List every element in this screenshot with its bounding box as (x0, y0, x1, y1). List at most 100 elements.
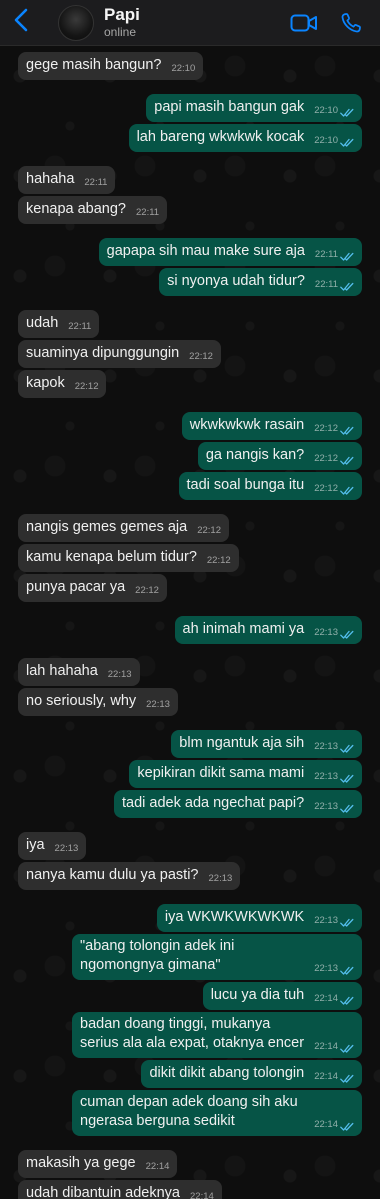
message-bubble[interactable]: nangis gemes gemes aja 22:12 (18, 514, 229, 542)
message-text: ga nangis kan? (205, 447, 305, 463)
outgoing-message[interactable]: blm ngantuk aja sih 22:13 (0, 730, 380, 758)
message-time: 22:10 (171, 62, 196, 74)
outgoing-message[interactable]: tadi adek ada ngechat papi? 22:13 (0, 790, 380, 818)
message-meta: 22:14 (314, 1039, 354, 1053)
message-time: 22:12 (314, 452, 338, 464)
message-bubble[interactable]: ah inimah mami ya 22:13 (174, 616, 362, 644)
incoming-message[interactable]: iya 22:13 (0, 832, 380, 860)
outgoing-message[interactable]: dikit dikit abang tolongin 22:14 (0, 1060, 380, 1088)
message-bubble[interactable]: hahaha 22:11 (18, 166, 116, 194)
message-bubble[interactable]: punya pacar ya 22:12 (18, 574, 167, 602)
message-bubble[interactable]: kamu kenapa belum tidur? 22:12 (18, 544, 239, 572)
outgoing-message[interactable]: tadi soal bunga itu 22:12 (0, 472, 380, 500)
message-bubble[interactable]: suaminya dipunggungin 22:12 (18, 340, 221, 368)
double-check-icon (340, 1071, 354, 1083)
video-call-button[interactable] (290, 13, 318, 33)
outgoing-message[interactable]: gapapa sih mau make sure aja 22:11 (0, 238, 380, 266)
incoming-message[interactable]: kapok 22:12 (0, 370, 380, 398)
message-bubble[interactable]: kenapa abang? 22:11 (18, 196, 168, 224)
outgoing-message[interactable]: ah inimah mami ya 22:13 (0, 616, 380, 644)
outgoing-message[interactable]: lah bareng wkwkwk kocak 22:10 (0, 124, 380, 152)
contact-name: Papi (104, 5, 140, 24)
message-bubble[interactable]: dikit dikit abang tolongin 22:14 (141, 1060, 362, 1088)
back-button[interactable] (4, 0, 38, 46)
incoming-message[interactable]: nangis gemes gemes aja 22:12 (0, 514, 380, 542)
message-bubble[interactable]: cuman depan adek doang sih aku ngerasa b… (72, 1090, 362, 1136)
message-time: 22:12 (206, 554, 231, 566)
message-bubble[interactable]: udah dibantuin adeknya 22:14 (18, 1180, 222, 1199)
outgoing-message[interactable]: badan doang tinggi, mukanya serius ala a… (0, 1012, 380, 1058)
incoming-message[interactable]: lah hahaha 22:13 (0, 658, 380, 686)
message-time: 22:12 (135, 584, 159, 596)
incoming-message[interactable]: udah dibantuin adeknya 22:14 (0, 1180, 380, 1199)
outgoing-message[interactable]: lucu ya dia tuh 22:14 (0, 982, 380, 1010)
message-bubble[interactable]: papi masih bangun gak 22:10 (146, 94, 362, 122)
message-text: makasih ya gege (26, 1155, 136, 1171)
incoming-message[interactable]: gege masih bangun? 22:10 (0, 52, 380, 80)
message-bubble[interactable]: gapapa sih mau make sure aja 22:11 (98, 238, 362, 266)
message-meta: 22:11 (84, 175, 107, 189)
message-bubble[interactable]: blm ngantuk aja sih 22:13 (171, 730, 362, 758)
outgoing-message[interactable]: ga nangis kan? 22:12 (0, 442, 380, 470)
message-bubble[interactable]: kepikiran dikit sama mami 22:13 (129, 760, 362, 788)
incoming-message[interactable]: nanya kamu dulu ya pasti? 22:13 (0, 862, 380, 890)
message-text: blm ngantuk aja sih (179, 735, 305, 751)
outgoing-message[interactable]: cuman depan adek doang sih aku ngerasa b… (0, 1090, 380, 1136)
message-text: gege masih bangun? (26, 57, 162, 73)
message-meta: 22:14 (314, 1069, 354, 1083)
message-text: lucu ya dia tuh (210, 987, 305, 1003)
message-bubble[interactable]: lucu ya dia tuh 22:14 (202, 982, 362, 1010)
message-meta: 22:13 (314, 961, 354, 975)
message-meta: 22:13 (314, 769, 354, 783)
incoming-message[interactable]: udah 22:11 (0, 310, 380, 338)
incoming-message[interactable]: hahaha 22:11 (0, 166, 380, 194)
incoming-message[interactable]: suaminya dipunggungin 22:12 (0, 340, 380, 368)
outgoing-message[interactable]: kepikiran dikit sama mami 22:13 (0, 760, 380, 788)
message-time: 22:13 (314, 914, 338, 926)
double-check-icon (340, 135, 354, 147)
double-check-icon (340, 105, 354, 117)
message-bubble[interactable]: ga nangis kan? 22:12 (197, 442, 362, 470)
message-bubble[interactable]: iya 22:13 (18, 832, 87, 860)
outgoing-message[interactable]: iya WKWKWKWKWK 22:13 (0, 904, 380, 932)
outgoing-message[interactable]: wkwkwkwk rasain 22:12 (0, 412, 380, 440)
message-time: 22:13 (107, 668, 132, 680)
incoming-message[interactable]: no seriously, why 22:13 (0, 688, 380, 716)
incoming-message[interactable]: punya pacar ya 22:12 (0, 574, 380, 602)
outgoing-message[interactable]: "abang tolongin adek ini ngomongnya gima… (0, 934, 380, 980)
message-meta: 22:14 (146, 1159, 170, 1173)
incoming-message[interactable]: kenapa abang? 22:11 (0, 196, 380, 224)
message-bubble[interactable]: lah bareng wkwkwk kocak 22:10 (128, 124, 362, 152)
message-bubble[interactable]: badan doang tinggi, mukanya serius ala a… (72, 1012, 362, 1058)
double-check-icon (340, 993, 354, 1005)
message-time: 22:13 (208, 872, 233, 884)
message-bubble[interactable]: tadi adek ada ngechat papi? 22:13 (114, 790, 362, 818)
avatar[interactable] (58, 4, 94, 41)
message-bubble[interactable]: iya WKWKWKWKWK 22:13 (156, 904, 362, 932)
message-text: badan doang tinggi, mukanya serius ala a… (80, 1016, 305, 1051)
chevron-left-icon (14, 8, 28, 37)
message-bubble[interactable]: si nyonya udah tidur? 22:11 (159, 268, 362, 296)
message-time: 22:11 (314, 278, 338, 290)
message-time: 22:13 (314, 740, 338, 752)
message-bubble[interactable]: no seriously, why 22:13 (18, 688, 178, 716)
message-bubble[interactable]: udah 22:11 (18, 310, 100, 338)
message-bubble[interactable]: "abang tolongin adek ini ngomongnya gima… (72, 934, 362, 980)
message-bubble[interactable]: makasih ya gege 22:14 (18, 1150, 178, 1178)
message-bubble[interactable]: gege masih bangun? 22:10 (18, 52, 204, 80)
incoming-message[interactable]: kamu kenapa belum tidur? 22:12 (0, 544, 380, 572)
message-bubble[interactable]: lah hahaha 22:13 (18, 658, 140, 686)
phone-icon (341, 12, 361, 32)
voice-call-button[interactable] (340, 12, 362, 34)
outgoing-message[interactable]: si nyonya udah tidur? 22:11 (0, 268, 380, 296)
message-bubble[interactable]: tadi soal bunga itu 22:12 (178, 472, 362, 500)
message-list[interactable]: gege masih bangun? 22:10 papi masih bangun… (0, 46, 380, 1199)
message-bubble[interactable]: nanya kamu dulu ya pasti? 22:13 (18, 862, 241, 890)
message-bubble[interactable]: wkwkwkwk rasain 22:12 (181, 412, 362, 440)
outgoing-message[interactable]: papi masih bangun gak 22:10 (0, 94, 380, 122)
contact-info[interactable]: Papi online (104, 5, 140, 40)
message-meta: 22:11 (315, 277, 354, 291)
incoming-message[interactable]: makasih ya gege 22:14 (0, 1150, 380, 1178)
double-check-icon (340, 249, 354, 261)
message-bubble[interactable]: kapok 22:12 (18, 370, 107, 398)
